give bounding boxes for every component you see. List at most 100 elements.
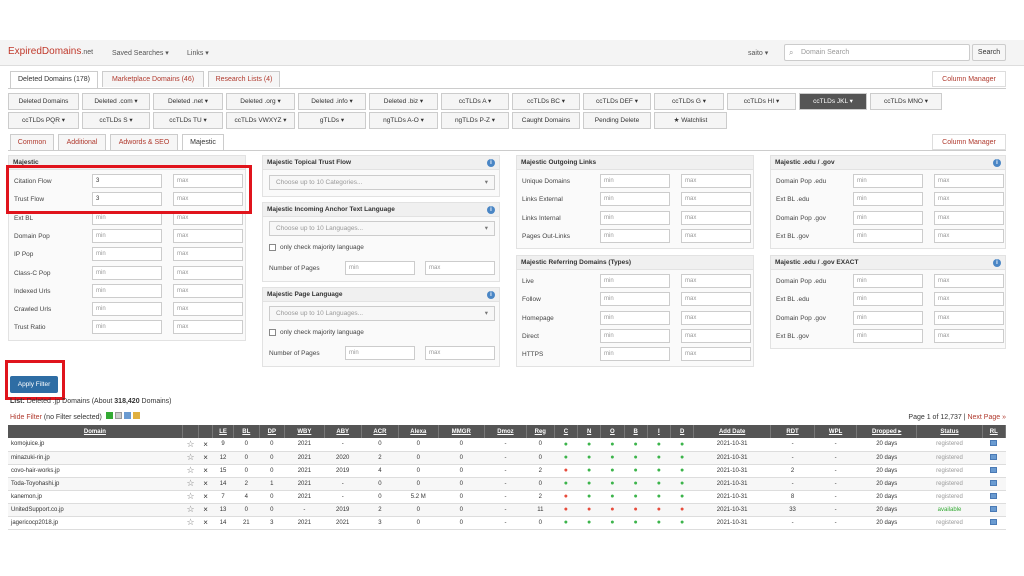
max-input[interactable]: max bbox=[934, 274, 1004, 288]
min-input[interactable]: min bbox=[92, 302, 162, 317]
min-input[interactable]: min bbox=[600, 310, 670, 325]
filter-tab-adwords-seo[interactable]: Adwords & SEO bbox=[110, 134, 178, 150]
column-header[interactable]: C bbox=[554, 425, 579, 438]
tld-button[interactable]: ccTLDs S ▾ bbox=[82, 112, 150, 129]
column-header[interactable]: LE bbox=[212, 425, 234, 438]
max-input[interactable]: max bbox=[173, 320, 243, 335]
copy-icon[interactable] bbox=[132, 412, 140, 419]
info-icon[interactable]: i bbox=[487, 159, 495, 167]
max-input[interactable]: max bbox=[681, 228, 751, 243]
filter-column-manager-button[interactable]: Column Manager bbox=[932, 134, 1006, 150]
max-input[interactable]: max bbox=[681, 192, 751, 207]
min-input[interactable]: min bbox=[600, 347, 670, 362]
column-header[interactable]: Dropped ▸ bbox=[856, 425, 918, 438]
tld-button[interactable]: ccTLDs MNO ▾ bbox=[870, 93, 942, 110]
rl-cell[interactable] bbox=[982, 516, 1006, 530]
search-button[interactable]: Search bbox=[972, 44, 1006, 61]
rl-cell[interactable] bbox=[982, 490, 1006, 504]
remove-x-icon[interactable]: × bbox=[198, 451, 213, 465]
max-input[interactable]: max bbox=[173, 228, 243, 243]
column-header[interactable]: Domain bbox=[8, 425, 183, 438]
column-header[interactable]: O bbox=[600, 425, 625, 438]
tld-button[interactable]: ccTLDs TU ▾ bbox=[153, 112, 223, 129]
domain-cell[interactable]: jagericocp2018.jp bbox=[8, 516, 183, 530]
column-header[interactable]: MMGR bbox=[438, 425, 486, 438]
column-header[interactable]: WPL bbox=[814, 425, 857, 438]
watchlist-star-icon[interactable]: ☆ bbox=[182, 477, 199, 491]
column-header[interactable] bbox=[198, 425, 214, 438]
tld-button[interactable]: Deleted .info ▾ bbox=[298, 93, 366, 110]
max-input[interactable]: max bbox=[173, 265, 243, 280]
saved-searches-menu[interactable]: Saved Searches ▾ bbox=[112, 49, 169, 57]
rl-icon[interactable] bbox=[990, 492, 998, 499]
tld-button[interactable]: Deleted .biz ▾ bbox=[369, 93, 438, 110]
tld-button[interactable]: gTLDs ▾ bbox=[298, 112, 366, 129]
remove-x-icon[interactable]: × bbox=[198, 477, 213, 491]
max-input[interactable]: max bbox=[681, 210, 751, 225]
min-input[interactable]: min bbox=[853, 192, 923, 207]
tld-button[interactable]: Pending Delete bbox=[583, 112, 651, 129]
watchlist-star-icon[interactable]: ☆ bbox=[182, 451, 199, 465]
max-input[interactable]: max bbox=[934, 328, 1004, 343]
tab-deleted-domains[interactable]: Deleted Domains (178) bbox=[10, 71, 98, 88]
tld-button[interactable]: ccTLDs G ▾ bbox=[654, 93, 724, 110]
column-header[interactable]: Reg bbox=[526, 425, 555, 438]
info-icon[interactable]: i bbox=[993, 159, 1001, 167]
rl-cell[interactable] bbox=[982, 451, 1006, 465]
tld-button[interactable]: ccTLDs HI ▾ bbox=[727, 93, 796, 110]
max-input[interactable]: max bbox=[681, 274, 751, 288]
watchlist-star-icon[interactable]: ☆ bbox=[182, 503, 199, 517]
tld-button[interactable]: Deleted .net ▾ bbox=[153, 93, 223, 110]
min-input[interactable]: min bbox=[600, 328, 670, 343]
domain-cell[interactable]: Toda-Toyohashi.jp bbox=[8, 477, 183, 491]
min-input[interactable]: min bbox=[853, 274, 923, 288]
links-menu[interactable]: Links ▾ bbox=[187, 49, 209, 57]
tld-button[interactable]: Deleted .org ▾ bbox=[226, 93, 295, 110]
watchlist-star-icon[interactable]: ☆ bbox=[182, 516, 199, 530]
min-input[interactable]: min bbox=[853, 292, 923, 307]
filter-tab-additional[interactable]: Additional bbox=[58, 134, 106, 150]
domain-cell[interactable]: UnitedSupport.co.jp bbox=[8, 503, 183, 517]
max-input[interactable]: max bbox=[934, 310, 1004, 325]
tld-button[interactable]: Caught Domains bbox=[512, 112, 580, 129]
remove-x-icon[interactable]: × bbox=[198, 490, 213, 504]
rl-cell[interactable] bbox=[982, 438, 1006, 452]
column-header[interactable]: ACR bbox=[361, 425, 400, 438]
column-header[interactable]: Alexa bbox=[398, 425, 439, 438]
column-header[interactable]: D bbox=[670, 425, 695, 438]
column-header[interactable]: RDT bbox=[770, 425, 816, 438]
save-icon[interactable] bbox=[123, 412, 131, 419]
min-input[interactable]: min bbox=[853, 174, 923, 188]
max-input[interactable]: max bbox=[681, 347, 751, 362]
tld-button[interactable]: ★ Watchlist bbox=[654, 112, 727, 129]
min-input[interactable]: min bbox=[92, 283, 162, 298]
hide-filter-link[interactable]: Hide Filter bbox=[10, 414, 42, 421]
column-header[interactable]: RL bbox=[982, 425, 1007, 438]
rl-icon[interactable] bbox=[990, 505, 998, 512]
column-header[interactable]: DP bbox=[259, 425, 286, 438]
column-header[interactable]: N bbox=[577, 425, 602, 438]
column-header[interactable]: Dmoz bbox=[484, 425, 527, 438]
rl-cell[interactable] bbox=[982, 464, 1006, 478]
max-input[interactable]: max bbox=[934, 228, 1004, 243]
max-input[interactable]: max bbox=[173, 302, 243, 317]
next-page-link[interactable]: Next Page » bbox=[967, 414, 1006, 421]
tld-button[interactable]: ngTLDs A-O ▾ bbox=[369, 112, 438, 129]
filter-tab-majestic[interactable]: Majestic bbox=[182, 134, 224, 151]
min-input[interactable]: min bbox=[600, 274, 670, 288]
tld-button[interactable]: ccTLDs A ▾ bbox=[441, 93, 509, 110]
min-input[interactable]: min bbox=[92, 265, 162, 280]
csv-export-icon[interactable] bbox=[114, 412, 122, 419]
domain-cell[interactable]: komojuice.jp bbox=[8, 438, 183, 452]
min-input[interactable]: min bbox=[853, 328, 923, 343]
remove-x-icon[interactable]: × bbox=[198, 438, 213, 452]
tab-marketplace-domains[interactable]: Marketplace Domains (46) bbox=[102, 71, 204, 87]
watchlist-star-icon[interactable]: ☆ bbox=[182, 438, 199, 452]
column-header[interactable]: Add Date bbox=[693, 425, 771, 438]
filter-tab-common[interactable]: Common bbox=[10, 134, 54, 150]
domain-cell[interactable]: covo-hair-works.jp bbox=[8, 464, 183, 478]
min-input[interactable]: min bbox=[853, 228, 923, 243]
min-input[interactable]: min bbox=[92, 320, 162, 335]
watchlist-star-icon[interactable]: ☆ bbox=[182, 490, 199, 504]
min-input[interactable]: min bbox=[600, 292, 670, 307]
